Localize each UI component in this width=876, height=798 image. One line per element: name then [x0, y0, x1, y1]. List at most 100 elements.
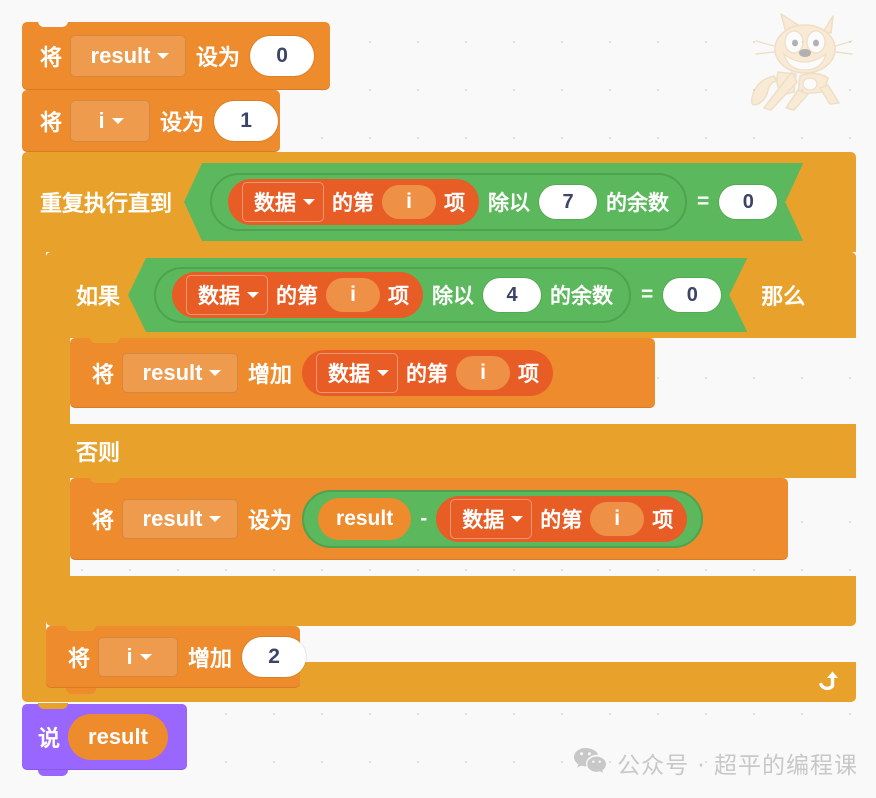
block-set-result-0[interactable]: 将 result 设为 0 — [22, 21, 330, 96]
set-prefix-label: 将 — [40, 45, 63, 70]
watermark-text: 公众号 · 超平的编程课 — [617, 753, 858, 779]
list-item-reporter[interactable]: 数据 的第 i 项 — [302, 350, 554, 396]
if-branch-arm — [46, 338, 70, 424]
if-else-footer — [46, 576, 856, 626]
list-of-label: 的第 — [332, 192, 375, 215]
list-dropdown-label: 数据 — [328, 363, 371, 386]
block-change-result[interactable]: 将 result 增加 数据 的第 i 项 — [70, 337, 655, 408]
condition-equals-repeat[interactable]: 数据 的第 i 项 除以 7 的余数 = 0 — [184, 163, 803, 241]
variable-dropdown-label: i — [126, 644, 133, 669]
variable-dropdown-i[interactable]: i — [98, 637, 179, 677]
chevron-down-icon — [209, 516, 222, 522]
if-header[interactable]: 如果 数据 的第 i 项 除以 4 的余数 = 0 那么 — [46, 252, 856, 338]
variable-reporter-result[interactable]: result — [68, 714, 168, 760]
equals-right-input[interactable]: 0 — [719, 185, 777, 219]
change-operator-label: 增加 — [188, 646, 233, 671]
list-index-input[interactable]: i — [382, 185, 436, 219]
repeat-until-header[interactable]: 重复执行直到 数据 的第 i 项 除以 7 的余数 = 0 — [22, 152, 856, 252]
change-prefix-label: 将 — [92, 362, 115, 387]
list-dropdown-label: 数据 — [462, 509, 505, 532]
equals-right-input[interactable]: 0 — [663, 278, 721, 312]
variable-dropdown-result[interactable]: result — [70, 35, 187, 77]
minus-label: - — [420, 507, 428, 530]
value-input-1[interactable]: 1 — [214, 101, 279, 141]
block-notch — [38, 21, 68, 27]
else-bar[interactable]: 否则 — [46, 424, 856, 478]
list-of-label: 的第 — [276, 285, 319, 308]
block-notch — [90, 337, 120, 343]
else-label: 否则 — [76, 440, 121, 465]
list-item-label: 项 — [518, 363, 540, 386]
variable-dropdown-label: result — [142, 506, 203, 531]
change-prefix-label: 将 — [68, 646, 91, 671]
list-of-label: 的第 — [540, 509, 583, 532]
equals-label: = — [697, 190, 710, 213]
list-index-input[interactable]: i — [326, 278, 380, 312]
scratch-cat-icon — [748, 6, 858, 116]
chevron-down-icon — [209, 370, 222, 376]
condition-equals-if[interactable]: 数据 的第 i 项 除以 4 的余数 = 0 — [128, 258, 747, 332]
list-dropdown[interactable]: 数据 — [242, 182, 324, 222]
mod-remainder-label: 的余数 — [606, 192, 670, 215]
equals-label: = — [641, 283, 654, 306]
variable-dropdown-label: result — [142, 360, 203, 385]
chevron-down-icon — [139, 654, 152, 660]
block-repeat-until[interactable]: 重复执行直到 数据 的第 i 项 除以 7 的余数 = 0 如果 数据 的第 i… — [22, 152, 856, 702]
mod-divisor-input[interactable]: 7 — [539, 185, 597, 219]
block-if-else[interactable]: 如果 数据 的第 i 项 除以 4 的余数 = 0 那么 否则 将 result… — [46, 252, 856, 626]
list-dropdown[interactable]: 数据 — [186, 275, 268, 315]
set-operator-label: 设为 — [196, 45, 241, 70]
list-index-input[interactable]: i — [590, 502, 645, 536]
list-item-reporter[interactable]: 数据 的第 i 项 — [436, 496, 688, 542]
list-dropdown[interactable]: 数据 — [316, 353, 399, 393]
wechat-icon — [573, 746, 607, 780]
chevron-down-icon — [111, 118, 124, 124]
variable-dropdown-result[interactable]: result — [122, 353, 239, 393]
mod-remainder-label: 的余数 — [550, 285, 614, 308]
mod-divide-label: 除以 — [488, 192, 531, 215]
block-change-i[interactable]: 将 i 增加 2 — [46, 625, 307, 694]
repeat-until-arm — [22, 252, 46, 662]
block-say-result[interactable]: 说 result — [22, 703, 187, 776]
list-index-input[interactable]: i — [456, 356, 511, 390]
variable-dropdown-i[interactable]: i — [70, 100, 151, 142]
block-notch — [38, 770, 68, 776]
if-label: 如果 — [76, 284, 121, 309]
block-notch — [66, 625, 96, 631]
variable-dropdown-result[interactable]: result — [122, 499, 239, 539]
value-input-2[interactable]: 2 — [242, 637, 307, 677]
variable-reporter-result[interactable]: result — [318, 498, 412, 540]
operator-subtract[interactable]: result - 数据 的第 i 项 — [302, 490, 704, 548]
block-set-i-1[interactable]: 将 i 设为 1 — [22, 90, 280, 158]
chevron-down-icon — [303, 199, 315, 205]
block-notch — [66, 688, 96, 694]
mod-divisor-input[interactable]: 4 — [483, 278, 541, 312]
repeat-until-label: 重复执行直到 — [40, 191, 173, 216]
list-item-label: 项 — [652, 509, 674, 532]
else-branch-arm — [46, 478, 70, 576]
list-dropdown[interactable]: 数据 — [450, 499, 533, 539]
list-of-label: 的第 — [406, 363, 449, 386]
operator-mod-if[interactable]: 数据 的第 i 项 除以 4 的余数 — [154, 267, 631, 323]
loop-arrow-icon — [814, 667, 840, 698]
set-operator-label: 设为 — [248, 508, 293, 533]
chevron-down-icon — [157, 53, 170, 59]
scratch-workspace[interactable]: 将 result 设为 0 将 i 设为 1 重复执行直到 数据 的第 i 项 … — [0, 0, 876, 798]
chevron-down-icon — [377, 370, 390, 376]
list-item-reporter[interactable]: 数据 的第 i 项 — [228, 179, 479, 225]
block-set-result-subtract[interactable]: 将 result 设为 result - 数据 的第 i 项 — [70, 477, 788, 560]
list-dropdown-label: 数据 — [198, 285, 241, 308]
then-label: 那么 — [761, 284, 806, 309]
chevron-down-icon — [511, 516, 524, 522]
say-label: 说 — [38, 726, 61, 751]
list-item-label: 项 — [388, 285, 410, 308]
block-notch — [90, 477, 120, 483]
change-operator-label: 增加 — [248, 362, 293, 387]
operator-mod-repeat[interactable]: 数据 的第 i 项 除以 7 的余数 — [210, 173, 687, 231]
value-input-0[interactable]: 0 — [250, 36, 315, 76]
block-notch — [38, 703, 68, 709]
list-item-reporter[interactable]: 数据 的第 i 项 — [172, 272, 423, 318]
list-dropdown-label: 数据 — [254, 192, 297, 215]
set-prefix-label: 将 — [92, 508, 115, 533]
chevron-down-icon — [247, 292, 259, 298]
